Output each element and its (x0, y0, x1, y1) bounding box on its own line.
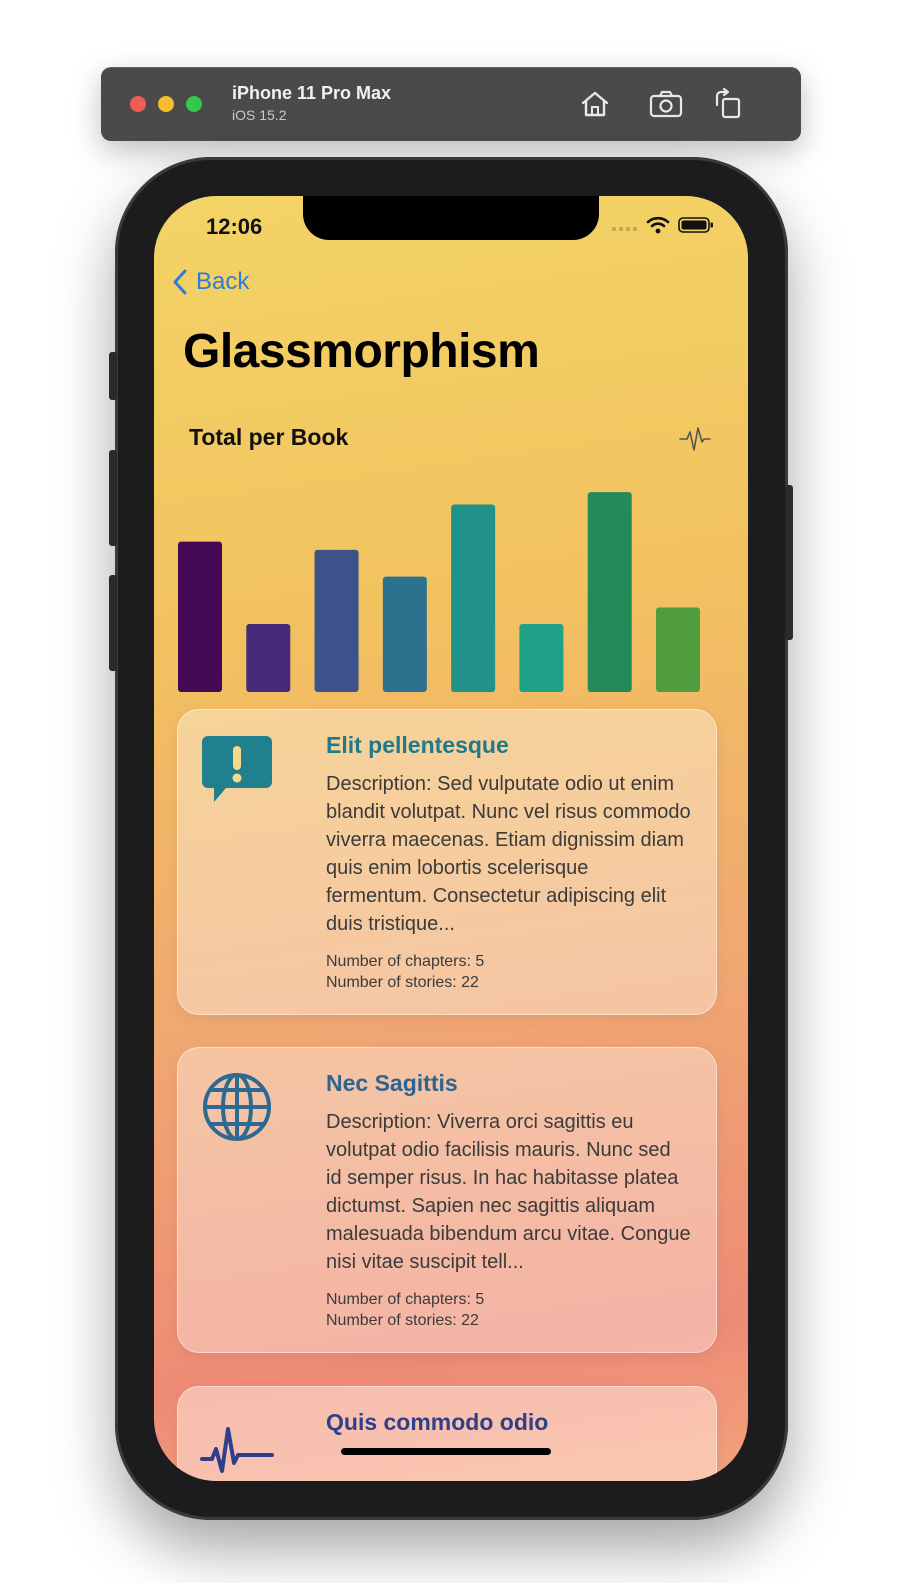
card-title: Nec Sagittis (326, 1070, 458, 1096)
globe-icon (203, 1073, 271, 1141)
chart-bar (314, 549, 359, 692)
back-label: Back (196, 268, 250, 295)
status-time: 12:06 (206, 214, 263, 239)
stories-count: Number of stories: 22 (326, 974, 479, 991)
chapters-count: Number of chapters: 5 (326, 953, 485, 970)
home-indicator[interactable] (341, 1448, 551, 1455)
bar-chart (178, 492, 700, 692)
book-card[interactable]: Elit pellentesque Description: Sed vulpu… (177, 709, 717, 1015)
device-name: iPhone 11 Pro Max (232, 83, 392, 103)
chart-bar (246, 624, 291, 692)
minimize-window-button[interactable] (158, 96, 174, 112)
rotate-button[interactable] (709, 85, 747, 123)
book-card[interactable]: Quis commodo odio (177, 1386, 717, 1481)
rotate-icon (715, 87, 741, 119)
simulator-toolbar: iPhone 11 Pro Max iOS 15.2 (101, 67, 801, 141)
volume-up-button (109, 450, 117, 546)
power-button (785, 485, 793, 640)
stories-count: Number of stories: 22 (326, 1312, 479, 1329)
zoom-window-button[interactable] (186, 96, 202, 112)
notch (303, 196, 599, 240)
chevron-left-icon (173, 269, 187, 295)
back-button[interactable]: Back (172, 268, 249, 296)
card-description: Description: Viverra orci sagittis eu vo… (326, 1111, 691, 1273)
os-version: iOS 15.2 (232, 107, 287, 123)
chart-bar (451, 504, 496, 692)
chart-bar (178, 541, 222, 692)
volume-down-button (109, 575, 117, 671)
home-button[interactable] (576, 85, 614, 123)
chart-title: Total per Book (189, 424, 349, 450)
close-window-button[interactable] (130, 96, 146, 112)
card-title: Elit pellentesque (326, 732, 509, 758)
waveform-icon (200, 1427, 274, 1473)
chart-bar (656, 607, 700, 692)
waveform-icon[interactable] (678, 422, 712, 456)
card-description: Description: Sed vulputate odio ut enim … (326, 773, 691, 935)
chart-bar (519, 624, 564, 692)
book-card[interactable]: Nec Sagittis Description: Viverra orci s… (177, 1047, 717, 1353)
screenshot-button[interactable] (647, 85, 685, 123)
exclamation-bubble-icon (202, 736, 272, 802)
chart-bar (382, 576, 427, 692)
status-icons (612, 216, 714, 234)
screenshot-icon (649, 90, 683, 118)
app-screen: 12:06 Back Glassmorphism Total per Book (154, 196, 748, 1481)
chart-bar (587, 492, 632, 692)
page-title: Glassmorphism (183, 325, 540, 378)
card-title: Quis commodo odio (326, 1409, 549, 1435)
silent-switch (109, 352, 117, 400)
cellular-signal-icon (612, 227, 637, 231)
home-icon (581, 91, 609, 117)
wifi-icon (646, 216, 670, 234)
battery-icon (678, 217, 713, 233)
chapters-count: Number of chapters: 5 (326, 1291, 485, 1308)
